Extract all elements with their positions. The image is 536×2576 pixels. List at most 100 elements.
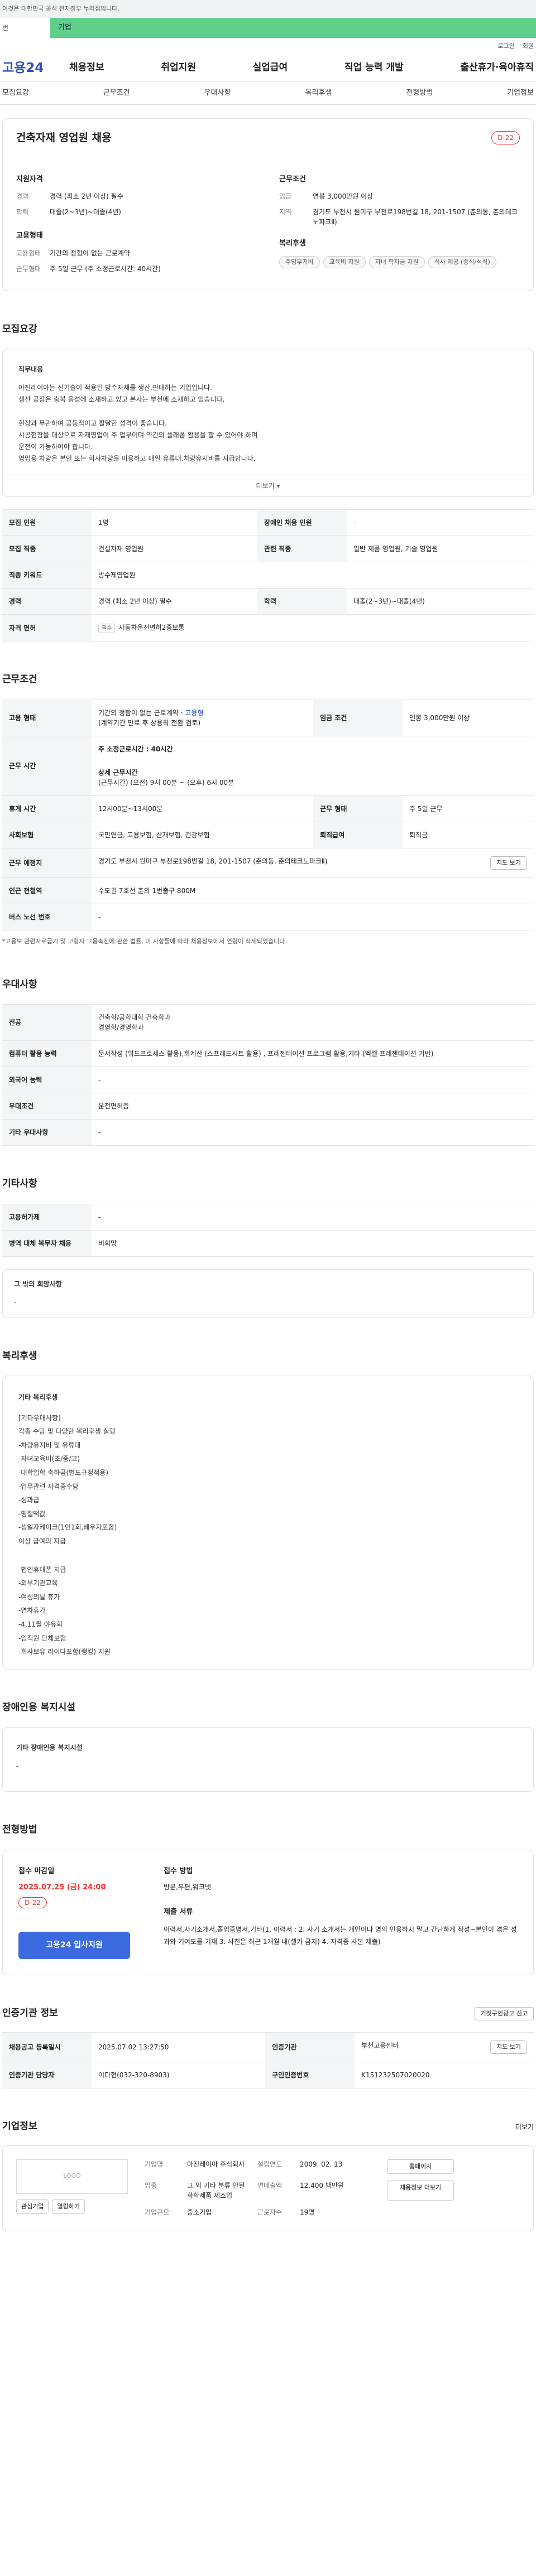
gnb-item-training[interactable]: 직업 능력 개발 bbox=[344, 61, 404, 75]
row-key: 퇴직급여 bbox=[313, 821, 403, 848]
welfare-line: -차량유지비 및 유류대 bbox=[18, 1441, 81, 1449]
welfare-line: 각종 수당 및 다양한 복리후생 실행 bbox=[18, 1427, 116, 1436]
row-key: 근무 형태 bbox=[313, 795, 403, 822]
welfare-chips: 주임무지비 교육비 지원 자녀 학자금 지원 식사 제공 (중식/석식) bbox=[279, 255, 520, 268]
company-est: 2009. 02. 13 bbox=[300, 2160, 343, 2168]
welfare-line: -여성의날 휴가 bbox=[18, 1593, 60, 1601]
row-key: 사회보험 bbox=[2, 821, 92, 848]
row-key: 근무 예정지 bbox=[2, 847, 92, 878]
row-key: 관련 직종 bbox=[257, 536, 347, 562]
welfare-chip: 식사 제공 (중식/석식) bbox=[428, 255, 496, 268]
welfare-line: -자녀교육비(초/중/고) bbox=[18, 1455, 80, 1463]
row-key: 경력 bbox=[2, 588, 92, 615]
company-emp: 19명 bbox=[300, 2208, 315, 2217]
welfare-line: -명절떡값 bbox=[18, 1509, 46, 1518]
other-section-title: 기타사항 bbox=[2, 1178, 37, 1189]
company-more-link[interactable]: 더보기 bbox=[515, 2122, 534, 2132]
dday-badge: D-22 bbox=[491, 131, 520, 145]
favorite-company-button[interactable]: 관심기업 bbox=[16, 2199, 49, 2215]
row-value: 이다현(032-320-8903) bbox=[92, 2062, 266, 2089]
tab-preference[interactable]: 우대사항 bbox=[204, 88, 231, 99]
row-key: 모집 직종 bbox=[2, 536, 92, 562]
gov-notice-bar: 이것은 대한민국 공식 전자정부 누리집입니다. bbox=[0, 0, 536, 18]
row-key: 임금 조건 bbox=[313, 699, 403, 736]
map-button[interactable]: 지도 보기 bbox=[490, 856, 527, 870]
row-value: 국민연금, 고용보험, 산재보험, 건강보험 bbox=[92, 821, 314, 848]
row-value: 부천고용센터 지도 보기 bbox=[355, 2032, 534, 2063]
work-table: 고용 형태 기간의 정함이 없는 근로계약 · 고용형 (계약기간 만료 후 상용직… bbox=[2, 699, 534, 930]
tab-recruit[interactable]: 모집요강 bbox=[2, 88, 29, 99]
deadline-heading: 접수 마감일 bbox=[18, 1866, 55, 1875]
gnb-item-jobs[interactable]: 채용정보 bbox=[69, 61, 104, 75]
company-sales: 12,400 백만원 bbox=[300, 2182, 344, 2190]
row-value: 연봉 3,000만원 이상 bbox=[403, 699, 534, 736]
row-value: 2025.07.02 13:27:50 bbox=[92, 2032, 266, 2063]
company-biz: 그 외 기타 분류 안된 화학제품 제조업 bbox=[187, 2182, 245, 2200]
method-value: 방문,우편,워크넷 bbox=[164, 1883, 211, 1892]
apply-dday-badge: D-22 bbox=[18, 1897, 47, 1908]
row-key: 모집 인원 bbox=[2, 509, 92, 536]
row-key: 버스 노선 번호 bbox=[2, 904, 92, 930]
required-badge: 필수 bbox=[98, 624, 116, 633]
section-tabs: 모집요강 근무조건 우대사항 복리후생 전형방법 기업정보 bbox=[0, 81, 536, 105]
row-value: 주 5일 근무 bbox=[403, 795, 534, 822]
career-key: 경력 bbox=[16, 192, 29, 200]
welfare-line: -대학입학 축하금(별도규정적용) bbox=[18, 1468, 109, 1477]
login-link[interactable]: 로그인 bbox=[497, 42, 514, 51]
row-key: 직종 키워드 bbox=[2, 562, 92, 588]
deadline-value: 2025.07.25 (금) 24:00 bbox=[18, 1883, 106, 1892]
row-value: 문서작성 (워드프로세스 활용),회계산 (스프레드시트 활용) , 프레젠테이… bbox=[92, 1040, 534, 1067]
welfare-box: 기타 복리후생 [기타우대사항] 각종 수당 및 다양한 복리후생 실행 -차량… bbox=[2, 1376, 534, 1670]
row-value: 필수 자동차운전면허2종보통 bbox=[92, 614, 534, 641]
company-name: 아진레이아 주식회사 bbox=[187, 2160, 245, 2168]
welfare-chip: 자녀 학자금 지원 bbox=[368, 255, 425, 268]
desc-line: 아진레이아는 신기술이 적용된 방수자재를 생산,판매하는 기업입니다. bbox=[18, 384, 212, 392]
site-logo[interactable]: 고용24 bbox=[2, 59, 69, 78]
homepage-button[interactable]: 홈페이지 bbox=[387, 2159, 454, 2174]
row-key: 채용공고 등록일시 bbox=[2, 2032, 92, 2063]
row-key: 고용허가제 bbox=[2, 1203, 92, 1231]
tab-company[interactable]: 기업정보 bbox=[507, 88, 534, 99]
welfare-line: -회사보유 라이다포함(랭킹) 지원 bbox=[18, 1648, 111, 1656]
gnb-item-leave[interactable]: 출산휴가·육아휴직 bbox=[460, 61, 534, 75]
row-value: 비희망 bbox=[92, 1229, 534, 1257]
agency-map-button[interactable]: 지도 보기 bbox=[490, 2040, 527, 2054]
row-key: 인증기관 bbox=[265, 2032, 355, 2063]
emp-heading: 고용형태 bbox=[16, 231, 43, 240]
row-key: 기타 우대사항 bbox=[2, 1119, 92, 1146]
age-note: *고용보 관련자료급기 및 고령자 고용촉진에 관한 법률, 이 사항들에 따라… bbox=[2, 938, 287, 945]
career-value: 경력 (최소 2년 이상) 필수 bbox=[50, 192, 123, 200]
row-key: 인근 전철역 bbox=[2, 877, 92, 904]
more-label: 더보기 bbox=[256, 482, 275, 490]
row-value: - bbox=[92, 1119, 534, 1146]
disabled-heading: 기타 장애인용 복지시설 bbox=[16, 1744, 83, 1752]
row-key: 학력 bbox=[257, 588, 347, 615]
gnb-item-employment-support[interactable]: 취업지원 bbox=[161, 61, 196, 75]
welfare-chip: 주임무지비 bbox=[279, 255, 320, 268]
company-jobs-button[interactable]: 채용정보 더보기 bbox=[387, 2181, 454, 2201]
view-company-button[interactable]: 열람하기 bbox=[52, 2199, 85, 2215]
desc-line: 영업용 차량은 본인 또는 회사차량을 이용하고 매일 유류대,차량유지비를 지… bbox=[18, 455, 256, 462]
ad-banner[interactable]: 기업 bbox=[50, 18, 536, 38]
signup-link[interactable]: 회원 bbox=[523, 42, 534, 51]
gnb-item-unemployment[interactable]: 실업급여 bbox=[253, 61, 288, 75]
apply-button[interactable]: 고용24 입사지원 bbox=[18, 1932, 130, 1960]
tab-welfare[interactable]: 복리후생 bbox=[305, 88, 332, 99]
report-button[interactable]: 거짓구인광고 신고 bbox=[474, 2006, 534, 2021]
row-key: 휴게 시간 bbox=[2, 795, 92, 822]
more-button[interactable]: 더보기 ▾ bbox=[3, 475, 533, 496]
row-value: 건설자재 영업원 bbox=[92, 536, 257, 562]
welfare-line: -성과급 bbox=[18, 1496, 40, 1504]
row-key: 장애인 채용 인원 bbox=[257, 509, 347, 536]
major-item: 건축학/공학대학 건축학과 bbox=[98, 1014, 171, 1021]
welfare-heading: 복리후생 bbox=[279, 239, 306, 248]
pref-section-title: 우대사항 bbox=[2, 978, 37, 990]
emp-type-key: 고용형태 bbox=[16, 249, 41, 257]
hope-heading: 그 밖의 희망사항 bbox=[14, 1280, 62, 1288]
global-nav: 고용24 채용정보 취업지원 실업급여 직업 능력 개발 출산휴가·육아휴직 bbox=[0, 55, 536, 81]
tab-selection[interactable]: 전형방법 bbox=[406, 88, 433, 99]
emp-type-link[interactable]: 고용형 bbox=[185, 709, 203, 717]
ad-tab[interactable]: 번 bbox=[0, 23, 50, 33]
support-heading: 지원자격 bbox=[16, 175, 43, 184]
tab-work[interactable]: 근무조건 bbox=[103, 88, 130, 99]
